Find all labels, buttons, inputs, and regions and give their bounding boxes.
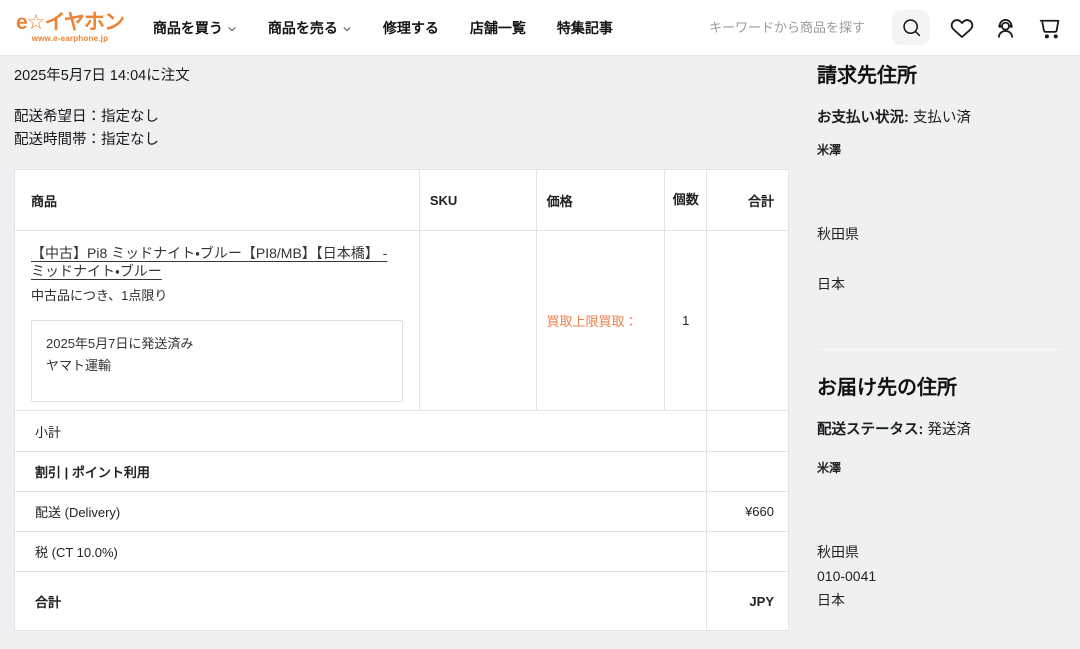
nav-label: 修理する: [383, 18, 439, 38]
summary-row-shipping: 配送 (Delivery) ¥660: [15, 491, 788, 531]
summary-value: [706, 411, 788, 451]
nav-label: 商品を買う: [153, 18, 223, 38]
site-header: e☆イヤホン www.e-earphone.jp 商品を買う 商品を売る 修理す…: [0, 0, 1080, 56]
nav-label: 店舗一覧: [470, 18, 526, 38]
main-nav: 商品を買う 商品を売る 修理する 店舗一覧 特集記事: [153, 18, 613, 38]
item-price-cell: 買取上限買取：: [536, 231, 665, 410]
billing-address-title: 請求先住所: [817, 62, 1063, 91]
item-price-label: 買取上限買取：: [547, 311, 638, 330]
wishlist-heart-icon[interactable]: [949, 15, 974, 40]
shipping-status-value: 発送済: [927, 422, 971, 438]
shipping-postal-code: 010-0041: [817, 564, 1063, 588]
search-icon: [901, 17, 922, 38]
order-detail-page: 2025年5月7日 14:04に注文 配送希望日：指定なし 配送時間帯：指定なし…: [0, 56, 1080, 649]
shipping-country: 日本: [817, 588, 1063, 612]
fulfillment-box: 2025年5月7日に発送済み ヤマト運輸: [31, 320, 403, 402]
fulfillment-carrier: ヤマト運輸: [46, 355, 388, 377]
summary-label: 合計: [15, 572, 706, 630]
search-button[interactable]: [892, 10, 930, 45]
delivery-time-preference: 配送時間帯：指定なし: [14, 129, 789, 152]
billing-name: 米澤: [817, 141, 1063, 158]
nav-label: 特集記事: [557, 18, 613, 38]
order-item-row: 【中古】Pi8 ミッドナイト・ブルー【PI8/MB】【日本橋】 - ミッドナイト…: [15, 230, 788, 410]
nav-item-buy[interactable]: 商品を買う: [153, 18, 237, 38]
nav-item-stores[interactable]: 店舗一覧: [470, 18, 526, 38]
col-header-price: 価格: [536, 170, 665, 230]
header-actions: [709, 10, 1062, 45]
shipping-status-label: 配送ステータス:: [817, 422, 923, 438]
summary-label: 割引 | ポイント利用: [15, 452, 706, 491]
cart-icon[interactable]: [1037, 15, 1062, 40]
payment-status-value: 支払い済: [913, 110, 971, 126]
search-input[interactable]: [709, 20, 877, 35]
shipping-status-line: 配送ステータス: 発送済: [817, 418, 1063, 439]
delivery-date-preference: 配送希望日：指定なし: [14, 106, 789, 129]
logo-url: www.e-earphone.jp: [32, 35, 108, 43]
chevron-down-icon: [227, 24, 237, 34]
account-headset-icon[interactable]: [993, 15, 1018, 40]
product-note: 中古品につき、1点限り: [31, 285, 403, 304]
summary-value: ¥660: [706, 492, 788, 531]
order-items-table: 商品 SKU 価格 個数 合計 【中古】Pi8 ミッドナイト・ブルー【PI8/M…: [14, 169, 789, 631]
billing-address-section: 請求先住所 お支払い状況: 支払い済 米澤 秋田県 日本: [817, 62, 1063, 296]
item-total-cell: [706, 231, 788, 410]
summary-value: [706, 532, 788, 571]
summary-value: [706, 452, 788, 491]
table-header-row: 商品 SKU 価格 個数 合計: [15, 170, 788, 230]
summary-row-subtotal: 小計: [15, 410, 788, 451]
summary-label: 配送 (Delivery): [15, 492, 706, 531]
order-sidebar: 請求先住所 お支払い状況: 支払い済 米澤 秋田県 日本 お届け先の住所 配送ス…: [817, 56, 1063, 612]
summary-row-discount: 割引 | ポイント利用: [15, 451, 788, 491]
order-date: 2025年5月7日 14:04に注文: [14, 64, 789, 85]
shipping-address-section: お届け先の住所 配送ステータス: 発送済 米澤 秋田県 010-0041 日本: [817, 374, 1063, 612]
item-qty-cell: 1: [664, 231, 706, 410]
chevron-down-icon: [342, 24, 352, 34]
col-header-sku: SKU: [419, 170, 536, 230]
nav-label: 商品を売る: [268, 18, 338, 38]
order-main-column: 2025年5月7日 14:04に注文 配送希望日：指定なし 配送時間帯：指定なし…: [14, 56, 789, 631]
nav-item-sell[interactable]: 商品を売る: [268, 18, 352, 38]
col-header-total: 合計: [706, 170, 788, 230]
billing-country: 日本: [817, 272, 1063, 296]
summary-row-tax: 税 (CT 10.0%): [15, 531, 788, 571]
col-header-product: 商品: [15, 170, 419, 230]
fulfillment-status: 2025年5月7日に発送済み: [46, 333, 388, 355]
summary-label: 税 (CT 10.0%): [15, 532, 706, 571]
billing-prefecture: 秋田県: [817, 222, 1063, 246]
delivery-preferences: 配送希望日：指定なし 配送時間帯：指定なし: [14, 106, 789, 152]
col-header-qty: 個数: [664, 170, 706, 230]
product-link[interactable]: 【中古】Pi8 ミッドナイト・ブルー【PI8/MB】【日本橋】 - ミッドナイト…: [31, 244, 403, 280]
site-logo[interactable]: e☆イヤホン www.e-earphone.jp: [16, 12, 124, 43]
payment-status-line: お支払い状況: 支払い済: [817, 106, 1063, 127]
summary-label: 小計: [15, 411, 706, 451]
shipping-prefecture: 秋田県: [817, 540, 1063, 564]
payment-status-label: お支払い状況:: [817, 110, 909, 126]
nav-item-articles[interactable]: 特集記事: [557, 18, 613, 38]
nav-item-repair[interactable]: 修理する: [383, 18, 439, 38]
product-cell: 【中古】Pi8 ミッドナイト・ブルー【PI8/MB】【日本橋】 - ミッドナイト…: [15, 231, 419, 410]
item-sku-cell: [419, 231, 536, 410]
shipping-name: 米澤: [817, 459, 1063, 476]
sidebar-divider: [817, 349, 1063, 350]
logo-text: e☆イヤホン: [16, 12, 124, 33]
shipping-address-title: お届け先の住所: [817, 374, 1063, 403]
summary-value: JPY: [706, 572, 788, 630]
summary-row-total: 合計 JPY: [15, 571, 788, 630]
